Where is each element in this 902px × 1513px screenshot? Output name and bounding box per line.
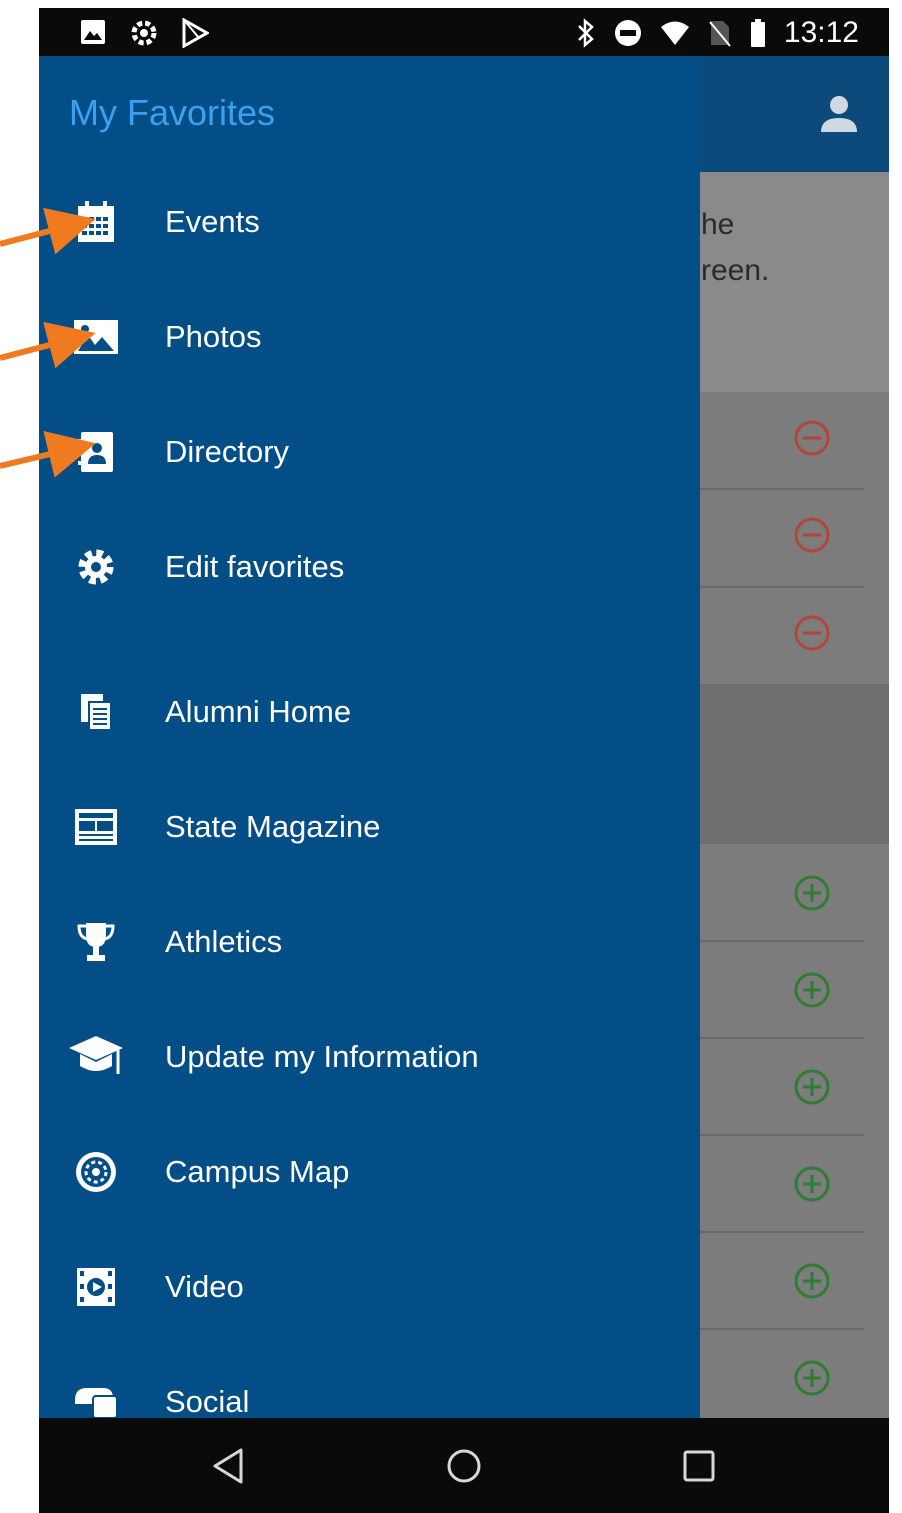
- back-icon[interactable]: [207, 1444, 251, 1488]
- gear-icon: [73, 544, 119, 590]
- drawer-item-label: Photos: [165, 319, 262, 354]
- drawer-item-label: Events: [165, 204, 260, 239]
- note-line-1: he: [701, 208, 735, 241]
- photo-icon: [73, 314, 119, 360]
- drawer-item-label: Alumni Home: [165, 694, 352, 729]
- recents-icon[interactable]: [677, 1444, 721, 1488]
- add-circle-icon[interactable]: [793, 1165, 831, 1203]
- social-icon: [73, 1379, 119, 1418]
- note-line-2: reen.: [701, 254, 770, 287]
- profile-icon[interactable]: [819, 94, 859, 134]
- status-bar: 13:12: [39, 8, 889, 56]
- clock: 13:12: [783, 16, 859, 49]
- drawer-item-label: Update my Information: [165, 1039, 479, 1074]
- graduation-cap-icon: [67, 1034, 125, 1080]
- drawer-item-video[interactable]: Video: [39, 1237, 700, 1337]
- video-icon: [73, 1264, 119, 1310]
- documents-icon: [73, 689, 119, 735]
- drawer-item-label: State Magazine: [165, 809, 381, 844]
- add-circle-icon[interactable]: [793, 1262, 831, 1300]
- compass-icon: [73, 1149, 119, 1195]
- newspaper-icon: [73, 804, 119, 850]
- calendar-icon: [73, 199, 119, 245]
- play-store-icon: [182, 18, 209, 48]
- system-navigation-bar: [39, 1418, 889, 1513]
- contact-card-icon: [73, 429, 119, 475]
- remove-circle-icon[interactable]: [793, 419, 831, 457]
- no-sim-icon: [709, 21, 731, 47]
- drawer-item-alumni-home[interactable]: Alumni Home: [39, 662, 700, 762]
- drawer-item-athletics[interactable]: Athletics: [39, 892, 700, 992]
- drawer-item-label: Social: [165, 1384, 250, 1418]
- drawer-item-label: Directory: [165, 434, 290, 469]
- drawer-item-label: Edit favorites: [165, 549, 345, 584]
- phone-screen: 13:12 he reen. My Favorites Events Photo…: [39, 8, 889, 1513]
- remove-circle-icon[interactable]: [793, 516, 831, 554]
- drawer-item-photos[interactable]: Photos: [39, 287, 700, 387]
- drawer-item-events[interactable]: Events: [39, 172, 700, 272]
- drawer-item-directory[interactable]: Directory: [39, 402, 700, 502]
- home-icon[interactable]: [442, 1444, 486, 1488]
- add-circle-icon[interactable]: [793, 874, 831, 912]
- trophy-icon: [73, 919, 119, 965]
- add-circle-icon[interactable]: [793, 1359, 831, 1397]
- bluetooth-icon: [578, 18, 594, 48]
- add-circle-icon[interactable]: [793, 971, 831, 1009]
- drawer-item-update-my-information[interactable]: Update my Information: [39, 1007, 700, 1107]
- image-icon: [81, 20, 105, 44]
- do-not-disturb-icon: [614, 20, 641, 46]
- drawer-item-label: Athletics: [165, 924, 283, 959]
- drawer-item-edit-favorites[interactable]: Edit favorites: [39, 517, 700, 617]
- remove-circle-icon[interactable]: [793, 614, 831, 652]
- add-circle-icon[interactable]: [793, 1068, 831, 1106]
- settings-gear-icon: [131, 20, 157, 46]
- drawer-item-social[interactable]: Social: [39, 1352, 700, 1418]
- wifi-icon: [660, 21, 689, 45]
- drawer-item-state-magazine[interactable]: State Magazine: [39, 777, 700, 877]
- battery-icon: [750, 19, 765, 47]
- drawer-item-label: Campus Map: [165, 1154, 350, 1189]
- navigation-drawer: My Favorites Events Photos Directory Edi…: [39, 56, 700, 1418]
- drawer-title: My Favorites: [69, 92, 276, 133]
- drawer-item-label: Video: [165, 1269, 244, 1304]
- drawer-item-campus-map[interactable]: Campus Map: [39, 1122, 700, 1222]
